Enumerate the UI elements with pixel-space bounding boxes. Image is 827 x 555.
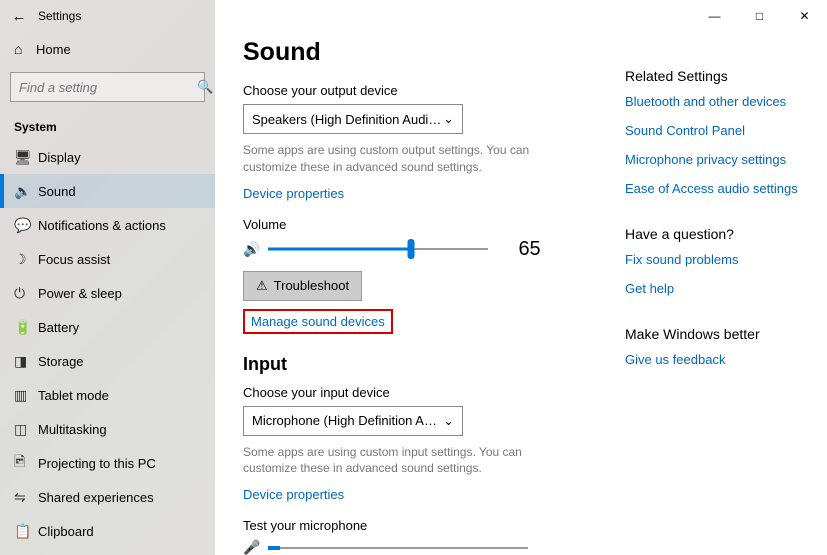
battery-icon: 🔋 xyxy=(14,319,38,336)
sidebar-item-label: Display xyxy=(38,150,81,165)
sidebar-item-display[interactable]: 🖥 Display xyxy=(0,140,215,174)
close-button[interactable]: ✕ xyxy=(782,0,827,32)
sidebar-item-label: Power & sleep xyxy=(38,286,122,301)
home-label: Home xyxy=(36,42,71,57)
sidebar-group: System xyxy=(0,112,215,140)
output-troubleshoot-button[interactable]: ⚠ Troubleshoot xyxy=(243,271,362,301)
sidebar-item-notifications[interactable]: 💬 Notifications & actions xyxy=(0,208,215,242)
sidebar-item-clipboard[interactable]: 📋 Clipboard xyxy=(0,514,215,548)
maximize-button[interactable]: □ xyxy=(737,0,782,32)
link-get-help[interactable]: Get help xyxy=(625,281,807,296)
output-device-dropdown[interactable]: Speakers (High Definition Audio D... ⌄ xyxy=(243,104,463,134)
volume-icon[interactable]: 🔊 xyxy=(243,241,260,258)
volume-value: 65 xyxy=(518,238,540,261)
sidebar-item-storage[interactable]: ◨ Storage xyxy=(0,344,215,378)
button-label: Troubleshoot xyxy=(274,278,349,293)
sidebar-item-label: Tablet mode xyxy=(38,388,109,403)
output-device-selected: Speakers (High Definition Audio D... xyxy=(252,112,443,127)
input-note: Some apps are using custom input setting… xyxy=(243,444,563,478)
sidebar-item-focus-assist[interactable]: ☽ Focus assist xyxy=(0,242,215,276)
sidebar: ⌂ Home 🔍 System 🖥 Display 🔉 Sound 💬 Noti… xyxy=(0,32,215,548)
home-nav[interactable]: ⌂ Home xyxy=(0,32,215,66)
sidebar-item-label: Shared experiences xyxy=(38,490,154,505)
manage-output-devices-link[interactable]: Manage sound devices xyxy=(243,309,393,334)
back-button[interactable]: ← xyxy=(0,0,38,32)
warning-icon: ⚠ xyxy=(256,278,268,294)
search-icon: 🔍 xyxy=(197,79,213,95)
slider-fill xyxy=(268,248,411,251)
output-note: Some apps are using custom output settin… xyxy=(243,142,563,176)
sound-icon: 🔉 xyxy=(14,183,38,200)
input-device-dropdown[interactable]: Microphone (High Definition Audi... ⌄ xyxy=(243,406,463,436)
shared-icon: ⇋ xyxy=(14,489,38,506)
notify-icon: 💬 xyxy=(14,217,38,234)
output-device-properties-link[interactable]: Device properties xyxy=(243,186,344,201)
tablet-icon: ▥ xyxy=(14,387,38,404)
window-title: Settings xyxy=(38,9,81,23)
sidebar-item-label: Sound xyxy=(38,184,76,199)
slider-thumb[interactable] xyxy=(408,239,415,259)
related-settings-head: Related Settings xyxy=(625,68,807,84)
link-sound-control-panel[interactable]: Sound Control Panel xyxy=(625,123,807,138)
clipboard-icon: 📋 xyxy=(14,523,38,540)
sidebar-item-label: Storage xyxy=(38,354,84,369)
volume-label: Volume xyxy=(243,217,595,232)
microphone-icon: 🎤 xyxy=(243,539,260,555)
sidebar-item-multitasking[interactable]: ◫ Multitasking xyxy=(0,412,215,446)
volume-slider[interactable] xyxy=(268,239,488,259)
link-feedback[interactable]: Give us feedback xyxy=(625,352,807,367)
input-device-properties-link[interactable]: Device properties xyxy=(243,487,344,502)
chevron-down-icon: ⌄ xyxy=(443,413,454,429)
link-fix-sound[interactable]: Fix sound problems xyxy=(625,252,807,267)
mic-level-bar xyxy=(268,547,528,549)
multi-icon: ◫ xyxy=(14,421,38,438)
sidebar-item-label: Multitasking xyxy=(38,422,107,437)
link-mic-privacy[interactable]: Microphone privacy settings xyxy=(625,152,807,167)
output-device-label: Choose your output device xyxy=(243,83,595,98)
display-icon: 🖥 xyxy=(14,149,38,166)
input-heading: Input xyxy=(243,354,595,375)
power-icon: ⏻ xyxy=(14,285,38,302)
sidebar-item-label: Notifications & actions xyxy=(38,218,166,233)
sidebar-item-power-sleep[interactable]: ⏻ Power & sleep xyxy=(0,276,215,310)
sidebar-item-battery[interactable]: 🔋 Battery xyxy=(0,310,215,344)
chevron-down-icon: ⌄ xyxy=(443,111,454,127)
sidebar-item-tablet-mode[interactable]: ▥ Tablet mode xyxy=(0,378,215,412)
mic-level-fill xyxy=(268,546,280,550)
input-device-selected: Microphone (High Definition Audi... xyxy=(252,413,443,428)
main-panel: Sound Choose your output device Speakers… xyxy=(215,32,595,555)
focus-icon: ☽ xyxy=(14,251,38,268)
sidebar-item-sound[interactable]: 🔉 Sound xyxy=(0,174,215,208)
input-device-label: Choose your input device xyxy=(243,385,595,400)
mic-test-label: Test your microphone xyxy=(243,518,595,533)
search-box[interactable]: 🔍 xyxy=(10,72,205,102)
sidebar-item-label: Projecting to this PC xyxy=(38,456,156,471)
minimize-button[interactable]: — xyxy=(692,0,737,32)
sidebar-item-label: Clipboard xyxy=(38,524,94,539)
sidebar-item-projecting[interactable]: 🖻 Projecting to this PC xyxy=(0,446,215,480)
page-title: Sound xyxy=(243,38,595,67)
right-panel: Related Settings Bluetooth and other dev… xyxy=(595,32,827,555)
search-input[interactable] xyxy=(19,80,197,95)
link-bluetooth[interactable]: Bluetooth and other devices xyxy=(625,94,807,109)
question-head: Have a question? xyxy=(625,226,807,242)
link-ease-of-access-audio[interactable]: Ease of Access audio settings xyxy=(625,181,807,196)
sidebar-item-shared-experiences[interactable]: ⇋ Shared experiences xyxy=(0,480,215,514)
storage-icon: ◨ xyxy=(14,353,38,370)
better-head: Make Windows better xyxy=(625,326,807,342)
sidebar-item-label: Focus assist xyxy=(38,252,110,267)
home-icon: ⌂ xyxy=(14,41,36,57)
project-icon: 🖻 xyxy=(14,451,38,475)
sidebar-item-label: Battery xyxy=(38,320,79,335)
